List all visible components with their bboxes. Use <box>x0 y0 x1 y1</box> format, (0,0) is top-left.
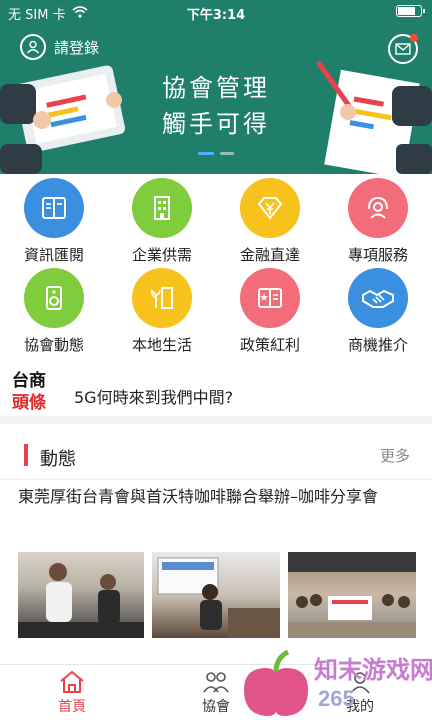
hero-banner[interactable]: 請登錄 協會管理 觸手可得 <box>0 24 432 174</box>
tab-label: 協會 <box>202 698 230 715</box>
article-photo[interactable] <box>18 552 144 638</box>
grid-item-news[interactable]: 資訊匯閱 <box>0 178 108 268</box>
headline-logo-line2: 頭條 <box>12 393 46 413</box>
grid-item-policy[interactable]: 政策紅利 <box>216 268 324 358</box>
speaker-icon <box>24 268 84 328</box>
grid-item-finance[interactable]: 金融直達 <box>216 178 324 268</box>
grid-item-service[interactable]: 專項服務 <box>324 178 432 268</box>
mail-icon <box>395 43 411 55</box>
section-title: 動態 <box>40 449 76 470</box>
section-accent-bar <box>24 444 28 466</box>
article-photos[interactable] <box>18 552 416 638</box>
more-link[interactable]: 更多 <box>380 445 410 466</box>
grid-item-association-news[interactable]: 協會動態 <box>0 268 108 358</box>
grid-item-label: 金融直達 <box>239 246 300 264</box>
watermark-logo: 知末游戏网 265 <box>244 649 432 716</box>
battery-icon <box>396 5 425 17</box>
home-icon <box>60 670 84 693</box>
headline-logo-line1: 台商 <box>12 371 46 391</box>
user-avatar-icon <box>20 34 46 60</box>
building-icon <box>132 178 192 238</box>
banner-title-line1: 協會管理 <box>162 74 270 102</box>
login-label: 請登錄 <box>54 38 100 57</box>
carousel-indicator[interactable] <box>198 152 234 155</box>
yen-diamond-icon <box>240 178 300 238</box>
headline-logo: 台商 頭條 <box>12 370 46 414</box>
grid-item-label: 政策紅利 <box>239 336 300 354</box>
people-icon <box>203 671 229 692</box>
news-section-header: 動態 更多 <box>0 432 432 480</box>
article-photo[interactable] <box>288 552 416 638</box>
grid-item-local-life[interactable]: 本地生活 <box>108 268 216 358</box>
grid-item-label: 企業供需 <box>131 246 192 264</box>
svg-text:265: 265 <box>318 686 355 711</box>
grid-item-label: 商機推介 <box>347 336 408 354</box>
carousel-dot-active[interactable] <box>198 152 214 155</box>
grid-item-label: 本地生活 <box>131 336 192 354</box>
grid-item-label: 協會動態 <box>23 336 84 354</box>
banner-title: 協會管理 觸手可得 <box>0 70 432 142</box>
article-title[interactable]: 東莞厚街台青會與首沃特咖啡聯合舉辦–咖啡分享會 <box>18 484 418 510</box>
plant-door-icon <box>132 268 192 328</box>
notification-dot <box>410 34 418 42</box>
banner-title-line2: 觸手可得 <box>162 110 270 138</box>
headline-text[interactable]: 5G何時來到我們中間? <box>74 384 233 408</box>
book-icon <box>24 178 84 238</box>
grid-item-enterprise[interactable]: 企業供需 <box>108 178 216 268</box>
grid-item-business[interactable]: 商機推介 <box>324 268 432 358</box>
headline-ticker[interactable]: 台商 頭條 5G何時來到我們中間? <box>0 368 432 424</box>
headset-icon <box>348 178 408 238</box>
tab-label: 首頁 <box>58 698 86 715</box>
function-grid: 資訊匯閱 企業供需 金融直達 專項服務 協會動態 本地生活 政策紅利 商機推介 <box>0 178 432 364</box>
star-book-icon <box>240 268 300 328</box>
carousel-dot[interactable] <box>220 152 234 155</box>
handshake-icon <box>348 268 408 328</box>
status-bar: 无 SIM 卡 下午3:14 <box>0 0 432 24</box>
article-photo[interactable] <box>152 552 280 638</box>
svg-text:知末游戏网: 知末游戏网 <box>314 656 432 684</box>
mail-button[interactable] <box>388 34 418 64</box>
status-time: 下午3:14 <box>186 8 246 23</box>
grid-item-label: 資訊匯閱 <box>23 246 84 264</box>
login-button[interactable]: 請登錄 <box>20 34 99 60</box>
grid-item-label: 專項服務 <box>347 246 408 264</box>
tab-home[interactable]: 首頁 <box>0 665 144 720</box>
